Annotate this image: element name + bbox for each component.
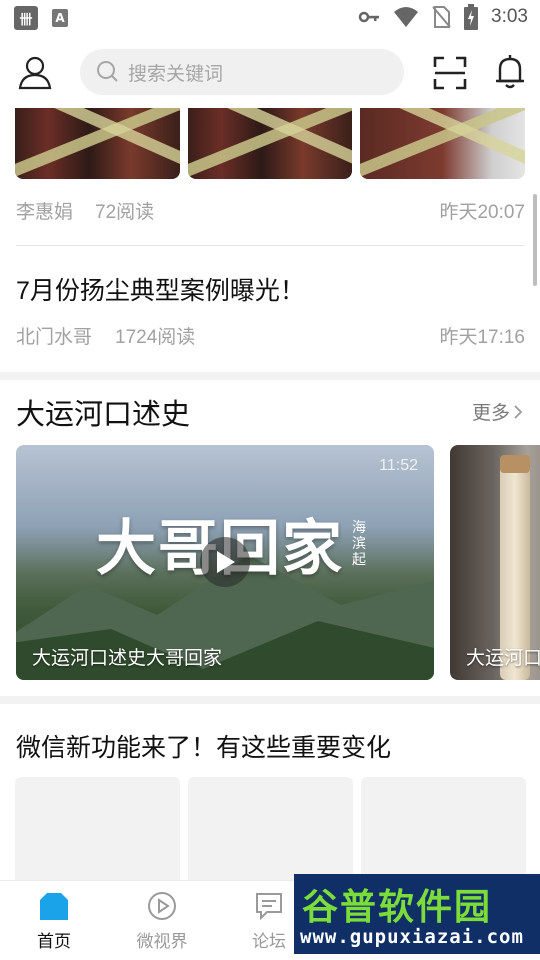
scrollbar[interactable] — [533, 194, 537, 286]
image-placeholder[interactable] — [361, 777, 526, 880]
section-title: 大运河口述史 — [16, 399, 191, 431]
user-profile-button[interactable] — [17, 54, 53, 90]
status-bar: 卌 A 3:03 — [0, 0, 540, 36]
section-gap — [0, 696, 540, 704]
app-notification-icon: 卌 — [14, 6, 38, 30]
article-time: 昨天20:07 — [439, 202, 525, 223]
watermark-title: 谷普软件园 — [302, 887, 493, 928]
notification-button[interactable] — [494, 54, 526, 90]
more-label: 更多 — [471, 402, 510, 424]
user-icon — [18, 56, 52, 90]
scan-icon — [433, 56, 467, 90]
wifi-icon — [394, 7, 419, 27]
watermark-logo: 谷普软件园 www.gupuxiazai.com — [294, 874, 540, 954]
play-button[interactable] — [200, 537, 250, 587]
home-icon — [40, 893, 68, 920]
tab-home[interactable]: 首页 — [14, 891, 94, 953]
play-icon — [217, 551, 235, 573]
article-title[interactable]: 7月份扬尘典型案例曝光！ — [16, 271, 305, 307]
video-card[interactable]: 大运河口 — [450, 445, 540, 680]
video-card[interactable]: 大哥回家 海滨起 11:52 大运河口述史大哥回家 — [16, 445, 434, 680]
article-time: 昨天17:16 — [439, 327, 525, 348]
video-art-subtitle: 海滨起 — [352, 520, 366, 568]
chat-icon — [256, 893, 282, 921]
article-thumbnails[interactable] — [15, 108, 526, 179]
vpn-key-icon — [358, 11, 380, 23]
tab-label: 首页 — [37, 932, 71, 951]
battery-charging-icon — [464, 4, 479, 30]
search-icon — [97, 61, 118, 82]
no-sim-icon — [432, 6, 451, 28]
video-caption: 大运河口 — [466, 648, 540, 669]
article-meta: 李惠娟 72阅读 昨天20:07 — [16, 197, 525, 227]
top-header: 搜索关键词 — [0, 36, 540, 108]
video-thumbnail-cap — [500, 455, 530, 473]
watermark-url: www.gupuxiazai.com — [300, 926, 524, 948]
status-time: 3:03 — [491, 6, 528, 27]
more-link[interactable]: 更多 — [472, 398, 524, 425]
bell-icon — [496, 55, 524, 89]
image-placeholder[interactable] — [188, 777, 353, 880]
image-placeholder[interactable] — [15, 777, 180, 880]
search-bar[interactable]: 搜索关键词 — [80, 49, 404, 95]
play-circle-icon — [148, 892, 176, 920]
article-reads: 1724阅读 — [115, 327, 196, 348]
tab-label: 论坛 — [252, 932, 286, 951]
video-caption: 大运河口述史大哥回家 — [32, 648, 223, 669]
video-duration: 11:52 — [379, 457, 418, 474]
divider — [16, 245, 525, 246]
article-thumbnail[interactable] — [360, 108, 526, 179]
keyboard-notification-icon: A — [52, 9, 68, 27]
article-thumbnail[interactable] — [15, 108, 180, 179]
article-author: 李惠娟 — [16, 202, 74, 223]
article-author: 北门水哥 — [16, 327, 93, 348]
feed-content[interactable]: 李惠娟 72阅读 昨天20:07 7月份扬尘典型案例曝光！ 北门水哥 1724阅… — [0, 108, 540, 880]
tab-micro-vision[interactable]: 微视界 — [122, 891, 202, 953]
article-thumbnail[interactable] — [187, 108, 353, 179]
article-title[interactable]: 微信新功能来了！有这些重要变化 — [16, 728, 391, 764]
article-meta: 北门水哥 1724阅读 昨天17:16 — [16, 322, 525, 352]
tab-label: 微视界 — [136, 932, 188, 951]
scan-button[interactable] — [433, 56, 467, 90]
search-placeholder: 搜索关键词 — [128, 63, 224, 85]
article-reads: 72阅读 — [95, 202, 155, 223]
section-gap — [0, 372, 540, 380]
chevron-right-icon — [514, 404, 523, 419]
